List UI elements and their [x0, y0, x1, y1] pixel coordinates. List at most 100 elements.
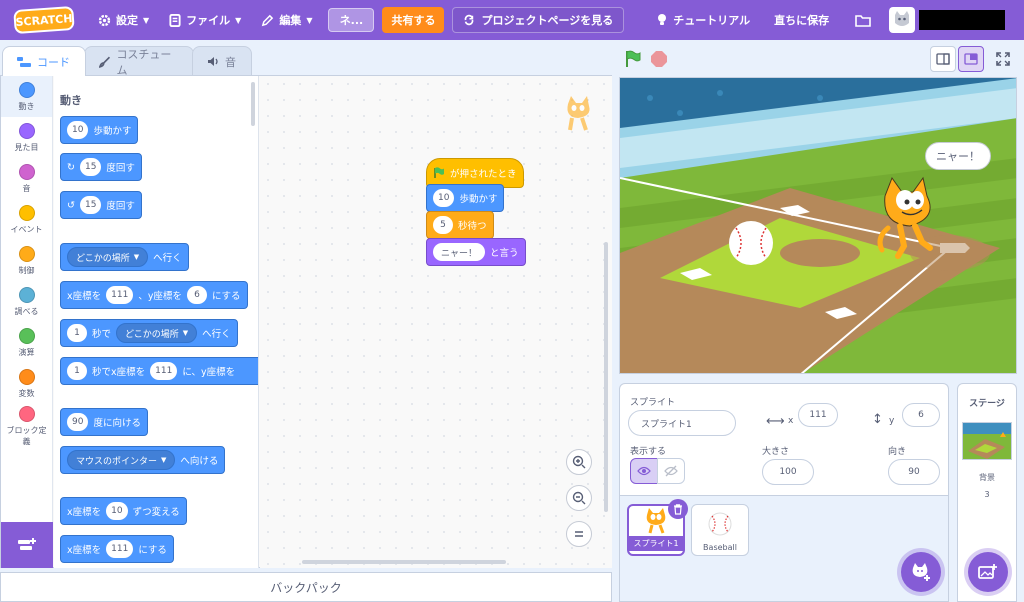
size-value: 100: [779, 467, 797, 477]
sprite-name-input[interactable]: スプライト1: [628, 410, 736, 436]
tab-code[interactable]: コード: [2, 46, 86, 76]
normal-stage-button[interactable]: [958, 46, 984, 72]
add-backdrop-icon: [978, 564, 997, 579]
tab-costumes[interactable]: コスチューム: [84, 46, 194, 77]
green-flag-icon[interactable]: [624, 50, 642, 68]
looks-color-dot: [18, 122, 35, 139]
scratch-logo[interactable]: SCRATCH: [13, 5, 75, 35]
x-position-input[interactable]: 111: [798, 403, 838, 427]
go-to-target-dropdown[interactable]: どこかの場所 ▼: [67, 247, 149, 267]
block-text: 歩動かす: [459, 194, 498, 205]
block-text: 度回す: [106, 201, 135, 212]
stage-canvas[interactable]: ニャー！: [619, 77, 1017, 374]
seconds-input[interactable]: 1: [67, 362, 87, 380]
size-input[interactable]: 100: [762, 459, 814, 485]
tab-sounds[interactable]: 音: [192, 46, 252, 76]
category-operators[interactable]: 演算: [1, 322, 52, 363]
set-x-input[interactable]: 111: [106, 540, 134, 558]
category-variables[interactable]: 変数: [1, 363, 52, 404]
show-hidden-button[interactable]: [657, 458, 685, 484]
workspace-horizontal-scrollbar[interactable]: [302, 560, 506, 564]
x-input[interactable]: 111: [106, 286, 134, 304]
block-turn-left[interactable]: ↺ 15 度回す: [60, 191, 142, 219]
category-looks[interactable]: 見た目: [1, 117, 52, 158]
choose-backdrop-button[interactable]: [968, 552, 1008, 592]
script-say[interactable]: ニャー！ と言う: [426, 238, 526, 266]
script-wait[interactable]: 5 秒待つ: [426, 211, 494, 239]
block-point-in-direction[interactable]: 90 度に向ける: [60, 408, 148, 436]
block-turn-right[interactable]: ↻ 15 度回す: [60, 153, 142, 181]
zoom-out-button[interactable]: [566, 485, 592, 511]
category-sound[interactable]: 音: [1, 158, 52, 199]
block-text: x座標を: [67, 545, 102, 556]
say-input[interactable]: ニャー！: [433, 243, 486, 261]
block-text: にする: [211, 291, 241, 302]
my-stuff-button[interactable]: [845, 0, 881, 40]
block-go-to-xy[interactable]: x座標を 111 、y座標を 6 にする: [60, 281, 248, 309]
steps-input[interactable]: 10: [433, 189, 455, 207]
backpack-bar[interactable]: バックパック: [0, 572, 612, 602]
dropdown-value: どこかの場所: [125, 329, 179, 340]
zoom-in-button[interactable]: [566, 449, 592, 475]
backpack-label: バックパック: [270, 580, 342, 595]
change-x-input[interactable]: 10: [106, 502, 128, 520]
delete-sprite-button[interactable]: [668, 499, 688, 519]
y-position-input[interactable]: 6: [902, 403, 940, 427]
script-move-steps[interactable]: 10 歩動かす: [426, 184, 505, 212]
point-towards-dropdown[interactable]: マウスのポインター ▼: [67, 450, 176, 470]
show-visible-button[interactable]: [630, 458, 658, 484]
glide-target-dropdown[interactable]: どこかの場所 ▼: [116, 323, 198, 343]
stop-icon[interactable]: [650, 50, 668, 68]
file-label: ファイル: [186, 14, 231, 27]
direction-input[interactable]: 90: [888, 459, 940, 485]
username-redacted[interactable]: [919, 10, 1006, 30]
block-set-x[interactable]: x座標を 111 にする: [60, 535, 174, 563]
direction-input[interactable]: 90: [67, 413, 89, 431]
edit-menu[interactable]: 編集 ▼: [251, 0, 322, 40]
project-title-input[interactable]: ネ...: [328, 8, 375, 32]
brush-icon: [99, 56, 111, 68]
block-point-towards[interactable]: マウスのポインター ▼ へ向ける: [60, 446, 226, 474]
stage-thumbnail: [962, 422, 1012, 460]
category-motion[interactable]: 動き: [1, 76, 52, 117]
save-now-button[interactable]: 直ちに保存: [764, 0, 839, 40]
degrees-input[interactable]: 15: [79, 158, 102, 176]
block-change-x[interactable]: x座標を 10 ずつ変える: [60, 497, 187, 525]
tutorials-button[interactable]: チュートリアル: [646, 0, 760, 40]
block-go-to[interactable]: どこかの場所 ▼ へ行く: [60, 243, 189, 271]
seconds-input[interactable]: 1: [67, 324, 87, 342]
category-control[interactable]: 制御: [1, 240, 52, 281]
block-glide-to[interactable]: 1 秒で どこかの場所 ▼ へ行く: [60, 319, 238, 347]
block-glide-to-xy[interactable]: 1 秒でx座標を 111 に、y座標を: [60, 357, 258, 385]
choose-sprite-button[interactable]: [901, 552, 941, 592]
category-label: 見た目: [14, 142, 39, 152]
small-stage-button[interactable]: [930, 46, 956, 72]
fullscreen-button[interactable]: [990, 46, 1016, 72]
sprite-tile-baseball[interactable]: Baseball: [691, 504, 749, 556]
category-sensing[interactable]: 調べる: [1, 281, 52, 322]
steps-input[interactable]: 10: [67, 121, 89, 139]
zoom-reset-button[interactable]: [566, 521, 592, 547]
settings-menu[interactable]: 設定 ▼: [88, 0, 159, 40]
events-color-dot: [18, 204, 35, 221]
script-workspace[interactable]: が押されたとき 10 歩動かす 5 秒待つ ニャー！ と言う: [260, 76, 612, 568]
baseball-field-backdrop: [620, 78, 1016, 373]
stage-target-panel[interactable]: ステージ 背景 3: [957, 383, 1017, 602]
workspace-vertical-scrollbar[interactable]: [604, 242, 608, 512]
file-menu[interactable]: ファイル ▼: [159, 0, 251, 40]
x-input[interactable]: 111: [150, 362, 178, 380]
user-avatar[interactable]: [889, 7, 916, 33]
degrees-input[interactable]: 15: [79, 196, 102, 214]
add-extension-button[interactable]: [1, 522, 53, 568]
category-my-blocks[interactable]: ブロック定義: [1, 404, 52, 448]
share-button[interactable]: 共有する: [382, 7, 445, 33]
y-input[interactable]: 6: [186, 286, 207, 304]
file-icon: [169, 13, 181, 27]
project-page-button[interactable]: プロジェクトページを見る: [452, 7, 625, 33]
block-move-steps[interactable]: 10 歩動かす: [60, 116, 139, 144]
block-text: x座標を: [67, 507, 102, 518]
category-events[interactable]: イベント: [1, 199, 52, 240]
palette-scrollbar[interactable]: [251, 82, 255, 126]
stage-controls: [620, 46, 1018, 72]
seconds-input[interactable]: 5: [433, 216, 453, 234]
